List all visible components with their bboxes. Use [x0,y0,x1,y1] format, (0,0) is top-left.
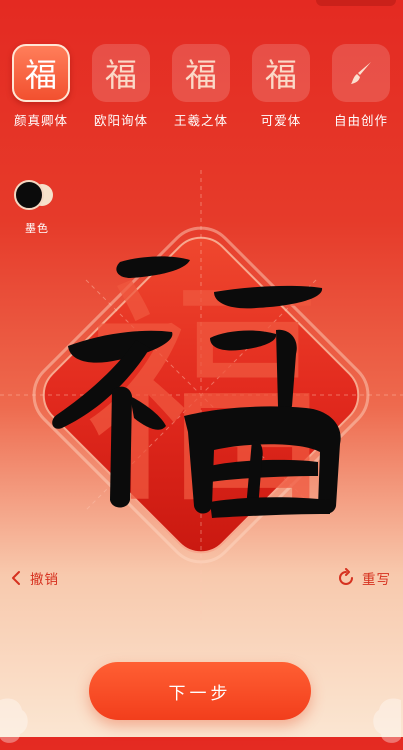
undo-label: 撤销 [30,572,59,588]
brush-icon [351,62,371,84]
style-tile: 福 [92,44,150,102]
style-glyph: 福 [264,56,297,94]
font-style-selector: 福 颜真卿体 福 欧阳询体 福 王羲之体 福 可爱体 自由创作 [0,44,403,134]
rewrite-button[interactable]: 重写 [336,568,391,588]
chevron-left-icon [12,571,20,585]
writing-canvas[interactable]: 福 [0,170,403,620]
style-tile: 福 [12,44,70,102]
style-label: 欧阳询体 [93,113,148,128]
undo-button[interactable]: 撤销 [8,568,59,588]
style-label: 可爱体 [260,113,302,128]
style-tile: 福 [252,44,310,102]
style-tile: 福 [172,44,230,102]
style-glyph: 福 [24,56,57,94]
style-wangxizhi[interactable]: 福 王羲之体 [166,44,236,129]
style-ouyangxun[interactable]: 福 欧阳询体 [86,44,156,129]
style-glyph: 福 [104,56,137,94]
style-free-create[interactable]: 自由创作 [326,44,396,129]
style-cute[interactable]: 福 可爱体 [246,44,316,129]
decorative-cloud-right [373,698,401,743]
style-label: 自由创作 [333,113,388,128]
decorative-cloud-left [0,698,28,743]
top-bar-edge [316,0,396,6]
style-tile [332,44,390,102]
style-yanzhenqing[interactable]: 福 颜真卿体 [6,44,76,129]
style-label: 王羲之体 [173,113,228,128]
style-label: 颜真卿体 [13,113,68,128]
next-step-label: 下一步 [168,683,232,704]
refresh-icon [339,568,353,585]
diamond-paper: 福 [0,170,403,620]
style-glyph: 福 [184,56,217,94]
next-step-button[interactable]: 下一步 [89,662,311,720]
rewrite-label: 重写 [362,572,391,588]
